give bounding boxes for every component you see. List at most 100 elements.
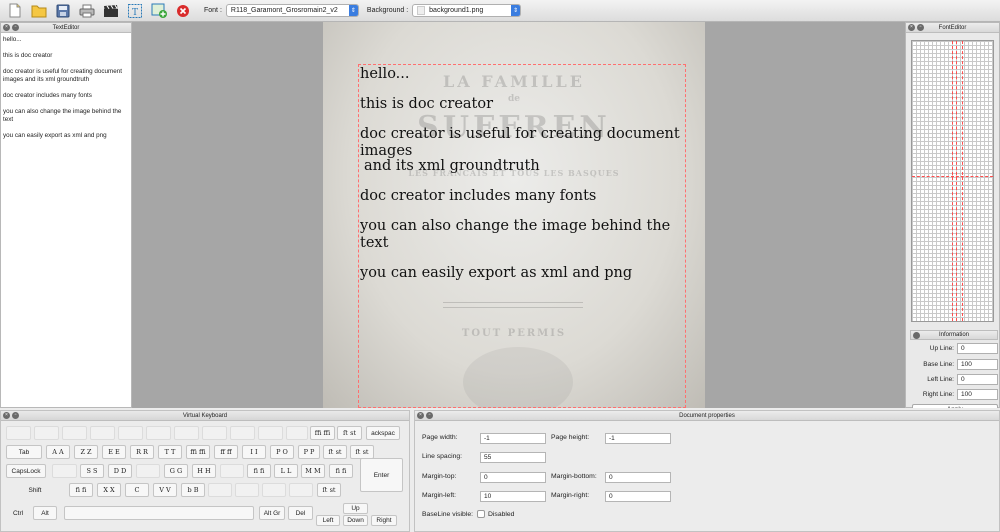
key-backspace[interactable]: ackspac bbox=[366, 426, 400, 440]
key-blank[interactable] bbox=[6, 426, 31, 440]
key-d[interactable]: D D bbox=[108, 464, 132, 478]
font-select[interactable]: R118_Garamont_Grosromain2_v2 ⇕ bbox=[225, 4, 359, 17]
key-p[interactable]: P P bbox=[298, 445, 320, 459]
right-guide-line[interactable] bbox=[956, 41, 957, 321]
base-line-spinbox[interactable]: 100▲▼ bbox=[957, 358, 998, 370]
text-select-icon[interactable]: T bbox=[126, 2, 144, 20]
key-s[interactable]: S S bbox=[80, 464, 104, 478]
key-blank[interactable] bbox=[289, 483, 313, 497]
key-ffi[interactable]: ﬃ ffi bbox=[310, 426, 335, 440]
key-blank[interactable] bbox=[208, 483, 232, 497]
key-fi[interactable]: ﬁ fi bbox=[69, 483, 93, 497]
key-altgr[interactable]: Alt Gr bbox=[259, 506, 285, 520]
key-m[interactable]: M M bbox=[301, 464, 325, 478]
key-t[interactable]: T T bbox=[158, 445, 182, 459]
new-file-icon[interactable] bbox=[6, 2, 24, 20]
clapperboard-icon[interactable] bbox=[102, 2, 120, 20]
key-up[interactable]: Up bbox=[343, 503, 368, 514]
float-icon[interactable]: ▫ bbox=[12, 24, 19, 31]
close-icon[interactable]: × bbox=[3, 24, 10, 31]
background-select[interactable]: background1.png ⇕ bbox=[412, 4, 522, 17]
key-tab[interactable]: Tab bbox=[6, 445, 42, 459]
margin-right-input[interactable]: 0 bbox=[605, 491, 671, 502]
key-o[interactable]: P O bbox=[270, 445, 294, 459]
key-l[interactable]: L L bbox=[274, 464, 298, 478]
page-height-input[interactable]: -1 bbox=[605, 433, 671, 444]
text-paragraph: doc creator is useful for creating docum… bbox=[3, 68, 123, 83]
float-icon[interactable]: ▫ bbox=[12, 412, 19, 419]
key-blank[interactable] bbox=[230, 426, 255, 440]
key-blank[interactable] bbox=[34, 426, 59, 440]
key-b[interactable]: b B bbox=[181, 483, 205, 497]
add-image-icon[interactable] bbox=[150, 2, 168, 20]
key-capslock[interactable]: CapsLock bbox=[6, 464, 46, 478]
save-icon[interactable] bbox=[54, 2, 72, 20]
key-alt[interactable]: Alt bbox=[33, 506, 57, 520]
key-blank[interactable] bbox=[235, 483, 259, 497]
left-line-spinbox[interactable]: 0▲▼ bbox=[957, 373, 998, 385]
key-c[interactable]: C bbox=[125, 483, 149, 497]
margin-top-input[interactable]: 0 bbox=[480, 472, 546, 483]
key-st[interactable]: ﬅ st bbox=[350, 445, 374, 459]
float-icon[interactable]: ▫ bbox=[917, 24, 924, 31]
key-blank[interactable] bbox=[136, 464, 160, 478]
line-spacing-input[interactable]: 55 bbox=[480, 452, 546, 463]
key-down[interactable]: Down bbox=[343, 515, 368, 526]
key-blank[interactable] bbox=[52, 464, 77, 478]
key-blank[interactable] bbox=[118, 426, 143, 440]
close-icon[interactable] bbox=[913, 332, 920, 339]
key-blank[interactable] bbox=[202, 426, 227, 440]
text-editor-textarea[interactable]: hello... this is doc creator doc creator… bbox=[1, 33, 131, 151]
left-guide-line[interactable] bbox=[952, 41, 953, 321]
document-page[interactable]: LA FAMILLE de SUFFREN LES FRANCAIS ET TO… bbox=[323, 22, 705, 408]
margin-bottom-input[interactable]: 0 bbox=[605, 472, 671, 483]
text-paragraph: doc creator includes many fonts bbox=[3, 92, 92, 99]
key-space[interactable] bbox=[64, 506, 254, 520]
key-i[interactable]: I I bbox=[242, 445, 266, 459]
glyph-grid[interactable] bbox=[911, 40, 994, 322]
key-g[interactable]: G G bbox=[164, 464, 188, 478]
open-folder-icon[interactable] bbox=[30, 2, 48, 20]
key-ctrl[interactable]: Ctrl bbox=[6, 506, 30, 520]
key-blank[interactable] bbox=[286, 426, 308, 440]
key-z[interactable]: Z Z bbox=[74, 445, 98, 459]
key-blank[interactable] bbox=[258, 426, 283, 440]
key-st[interactable]: ﬅ st bbox=[317, 483, 341, 497]
key-a[interactable]: A A bbox=[46, 445, 70, 459]
key-blank[interactable] bbox=[220, 464, 244, 478]
up-line-spinbox[interactable]: 0▲▼ bbox=[957, 342, 998, 354]
page-width-input[interactable]: -1 bbox=[480, 433, 546, 444]
close-icon[interactable]: × bbox=[3, 412, 10, 419]
key-ffi[interactable]: ﬃ ffi bbox=[186, 445, 210, 459]
key-st[interactable]: ﬅ st bbox=[337, 426, 362, 440]
key-fi[interactable]: ﬁ fi bbox=[329, 464, 353, 478]
delete-icon[interactable] bbox=[174, 2, 192, 20]
key-e[interactable]: E E bbox=[102, 445, 126, 459]
key-r[interactable]: R R bbox=[130, 445, 154, 459]
print-icon[interactable] bbox=[78, 2, 96, 20]
key-right[interactable]: Right bbox=[371, 515, 397, 526]
close-icon[interactable]: × bbox=[417, 412, 424, 419]
baseline-visible-checkbox[interactable] bbox=[477, 510, 486, 518]
key-x[interactable]: X X bbox=[97, 483, 121, 497]
key-blank[interactable] bbox=[90, 426, 115, 440]
close-icon[interactable]: × bbox=[908, 24, 915, 31]
key-v[interactable]: V V bbox=[153, 483, 177, 497]
base-guide-line[interactable] bbox=[912, 176, 993, 177]
key-blank[interactable] bbox=[262, 483, 286, 497]
key-left[interactable]: Left bbox=[316, 515, 340, 526]
key-shift[interactable]: Shift bbox=[6, 483, 64, 497]
key-h[interactable]: H H bbox=[192, 464, 216, 478]
float-icon[interactable]: ▫ bbox=[426, 412, 433, 419]
guide-line[interactable] bbox=[962, 41, 963, 321]
key-enter[interactable]: Enter bbox=[360, 458, 403, 492]
margin-left-input[interactable]: 10 bbox=[480, 491, 546, 502]
key-blank[interactable] bbox=[174, 426, 199, 440]
key-ff[interactable]: ﬀ ff bbox=[214, 445, 238, 459]
right-line-spinbox[interactable]: 100▲▼ bbox=[957, 388, 998, 400]
key-blank[interactable] bbox=[62, 426, 87, 440]
key-st[interactable]: ﬅ st bbox=[323, 445, 347, 459]
key-fi[interactable]: ﬁ fi bbox=[247, 464, 271, 478]
key-blank[interactable] bbox=[146, 426, 171, 440]
key-del[interactable]: Del bbox=[288, 506, 313, 520]
